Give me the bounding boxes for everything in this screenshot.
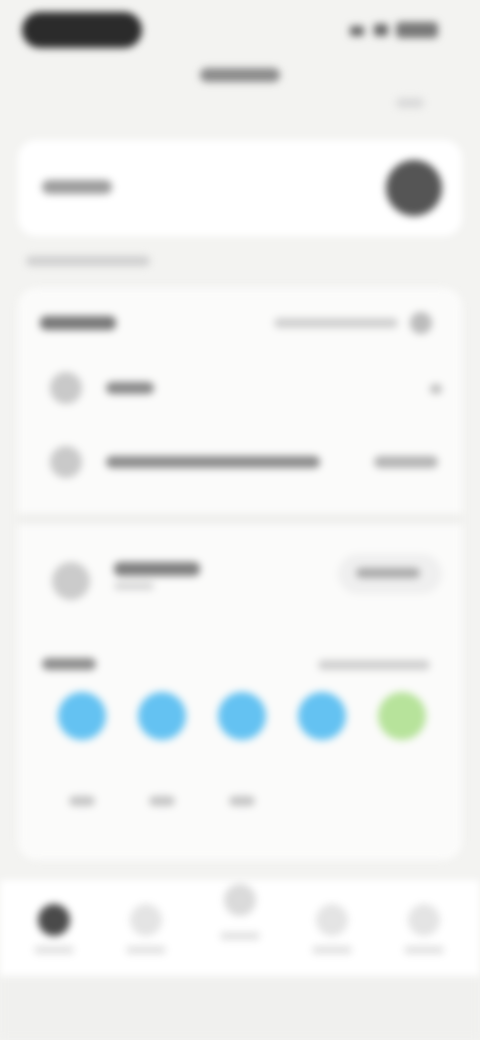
nav-item-center[interactable] bbox=[204, 880, 276, 950]
contact-avatar[interactable] bbox=[218, 692, 266, 740]
nav-item-5[interactable] bbox=[388, 894, 460, 964]
item-icon bbox=[52, 562, 90, 600]
list-item-label bbox=[106, 382, 154, 394]
wifi-icon bbox=[374, 24, 388, 36]
nav-item-4[interactable] bbox=[296, 894, 368, 964]
card-header-label bbox=[40, 316, 116, 330]
section-header-label bbox=[42, 658, 96, 670]
input-card[interactable] bbox=[18, 140, 462, 236]
item-icon bbox=[50, 372, 82, 404]
contact-label bbox=[149, 796, 175, 806]
avatar[interactable] bbox=[386, 160, 442, 216]
contact-avatar[interactable] bbox=[298, 692, 346, 740]
contact-label bbox=[229, 796, 255, 806]
header-action-button[interactable] bbox=[396, 98, 424, 108]
card-header-meta bbox=[274, 318, 398, 328]
action-button-label bbox=[356, 568, 420, 578]
list-item-value bbox=[374, 456, 438, 468]
card-header bbox=[18, 300, 462, 360]
center-icon bbox=[224, 884, 256, 916]
nav-item-label bbox=[312, 946, 352, 954]
bottom-nav bbox=[0, 880, 480, 976]
status-icons bbox=[350, 22, 446, 38]
list-item-label bbox=[114, 562, 200, 576]
page-title bbox=[200, 68, 280, 82]
contact-avatar[interactable] bbox=[58, 692, 106, 740]
nav-item-label bbox=[404, 946, 444, 954]
nav-icon bbox=[316, 904, 348, 936]
nav-item-label bbox=[220, 932, 260, 940]
divider bbox=[18, 514, 462, 524]
list-item bbox=[18, 540, 462, 612]
home-icon bbox=[38, 904, 70, 936]
list-item-label bbox=[106, 456, 320, 468]
contact-avatar[interactable] bbox=[138, 692, 186, 740]
quick-contacts bbox=[18, 686, 462, 836]
nav-item-label bbox=[34, 946, 74, 954]
chevron-right-icon bbox=[430, 384, 442, 394]
item-icon bbox=[50, 446, 82, 478]
input-placeholder bbox=[42, 180, 112, 194]
contact-label bbox=[69, 796, 95, 806]
status-bar bbox=[0, 0, 480, 60]
list-item[interactable] bbox=[18, 360, 462, 420]
nav-icon bbox=[130, 904, 162, 936]
section-hint bbox=[26, 256, 150, 266]
battery-icon bbox=[396, 22, 438, 38]
nav-item-2[interactable] bbox=[110, 894, 182, 964]
card-header-icon[interactable] bbox=[410, 312, 432, 334]
see-all-link[interactable] bbox=[318, 660, 430, 670]
signal-icon bbox=[350, 26, 364, 36]
title-bar bbox=[0, 58, 480, 108]
nav-item-label bbox=[126, 946, 166, 954]
main-card bbox=[18, 288, 462, 860]
dynamic-island bbox=[22, 12, 142, 48]
list-item-sublabel bbox=[114, 582, 154, 590]
app-screen bbox=[0, 0, 480, 1040]
home-indicator-area bbox=[0, 976, 480, 1040]
add-contact-avatar[interactable] bbox=[378, 692, 426, 740]
nav-icon bbox=[408, 904, 440, 936]
section-header bbox=[18, 646, 462, 686]
list-item[interactable] bbox=[18, 430, 462, 490]
nav-item-home[interactable] bbox=[18, 894, 90, 964]
